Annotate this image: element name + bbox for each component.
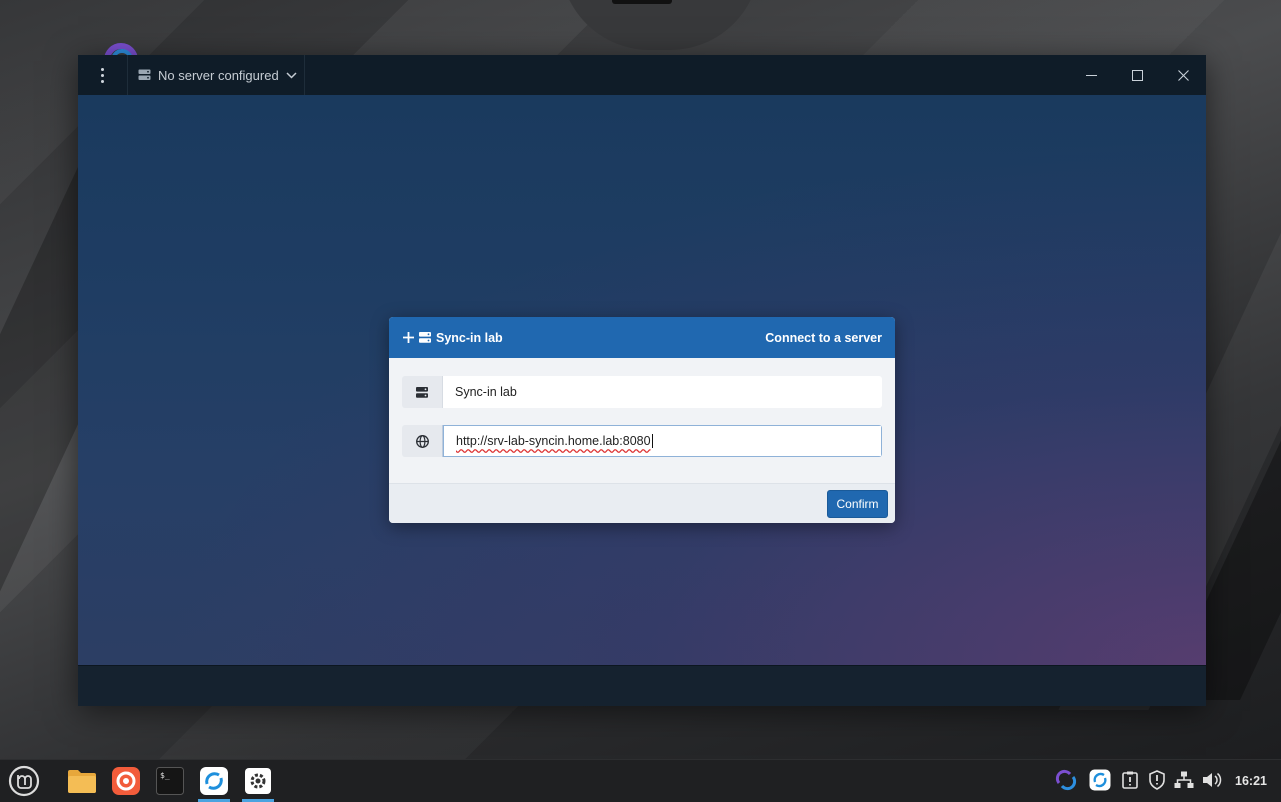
clipboard-icon [1122, 771, 1138, 789]
server-name-input[interactable]: Sync-in lab [443, 376, 882, 408]
clock[interactable]: 16:21 [1226, 760, 1276, 802]
server-url-input[interactable]: http://srv-lab-syncin.home.lab:8080 [443, 425, 882, 457]
chevron-down-icon [286, 71, 297, 79]
start-menu-button[interactable] [4, 760, 44, 802]
tray-network[interactable] [1173, 769, 1195, 791]
window-footer [78, 665, 1206, 706]
sync-in-icon [200, 767, 228, 795]
server-icon [416, 386, 428, 398]
files-icon [68, 770, 96, 793]
field-addon [402, 425, 443, 457]
taskbar: $_ 16:21 [0, 759, 1281, 802]
server-select-label: No server configured [158, 67, 279, 83]
terminal-icon: $_ [156, 767, 184, 795]
dialog-footer: Confirm [389, 483, 895, 523]
server-url-value: http://srv-lab-syncin.home.lab:8080 [456, 434, 651, 448]
firefox-icon [112, 767, 140, 795]
svg-text:$_: $_ [160, 771, 170, 780]
desktop-shape-tab [612, 0, 672, 4]
minimize-icon [1085, 74, 1097, 76]
taskbar-files[interactable] [62, 760, 102, 802]
tray-clipboard[interactable] [1119, 769, 1141, 791]
maximize-icon [1131, 69, 1143, 81]
taskbar-sync-in[interactable] [194, 760, 234, 802]
close-icon [1177, 69, 1189, 81]
desktop-shape [560, 0, 760, 50]
maximize-button[interactable] [1114, 55, 1160, 95]
server-icon [138, 69, 151, 80]
text-caret [651, 434, 653, 448]
app-window: No server configured Sync-in lab Connect… [78, 55, 1206, 706]
shield-icon [1149, 770, 1165, 790]
sync-in-tray-icon [1055, 769, 1077, 791]
confirm-button[interactable]: Confirm [827, 490, 888, 518]
menu-icon [8, 765, 40, 797]
dialog-header-action: Connect to a server [765, 330, 882, 345]
dialog-header: Sync-in lab Connect to a server [389, 317, 895, 358]
field-addon [402, 376, 443, 408]
server-name-value: Sync-in lab [455, 385, 517, 399]
close-button[interactable] [1160, 55, 1206, 95]
minimize-button[interactable] [1068, 55, 1114, 95]
title-bar: No server configured [78, 55, 1206, 95]
menu-button[interactable] [78, 55, 128, 95]
dialog-title: Sync-in lab [436, 330, 503, 345]
server-select[interactable]: No server configured [127, 55, 305, 95]
globe-icon [415, 434, 429, 448]
tray-volume[interactable] [1201, 769, 1223, 791]
network-icon [1174, 771, 1194, 788]
taskbar-settings[interactable] [238, 760, 278, 802]
connect-dialog: Sync-in lab Connect to a server Sync-in … [389, 317, 895, 523]
sync-in-icon [1089, 769, 1111, 791]
server-name-field[interactable]: Sync-in lab [402, 376, 882, 408]
main-content: Sync-in lab Connect to a server Sync-in … [78, 95, 1206, 665]
dialog-body: Sync-in lab http://srv-lab-syncin.home.l… [389, 358, 895, 483]
tray-update-manager[interactable] [1146, 769, 1168, 791]
kebab-icon [101, 66, 104, 84]
server-url-field[interactable]: http://srv-lab-syncin.home.lab:8080 [402, 425, 882, 457]
server-icon [419, 332, 431, 343]
tray-sync-in-desktop[interactable] [1055, 769, 1077, 791]
volume-icon [1203, 772, 1222, 788]
settings-icon [245, 768, 271, 794]
taskbar-firefox[interactable] [106, 760, 146, 802]
taskbar-terminal[interactable]: $_ [150, 760, 190, 802]
tray-sync-in[interactable] [1089, 769, 1111, 791]
plus-icon [403, 332, 414, 343]
